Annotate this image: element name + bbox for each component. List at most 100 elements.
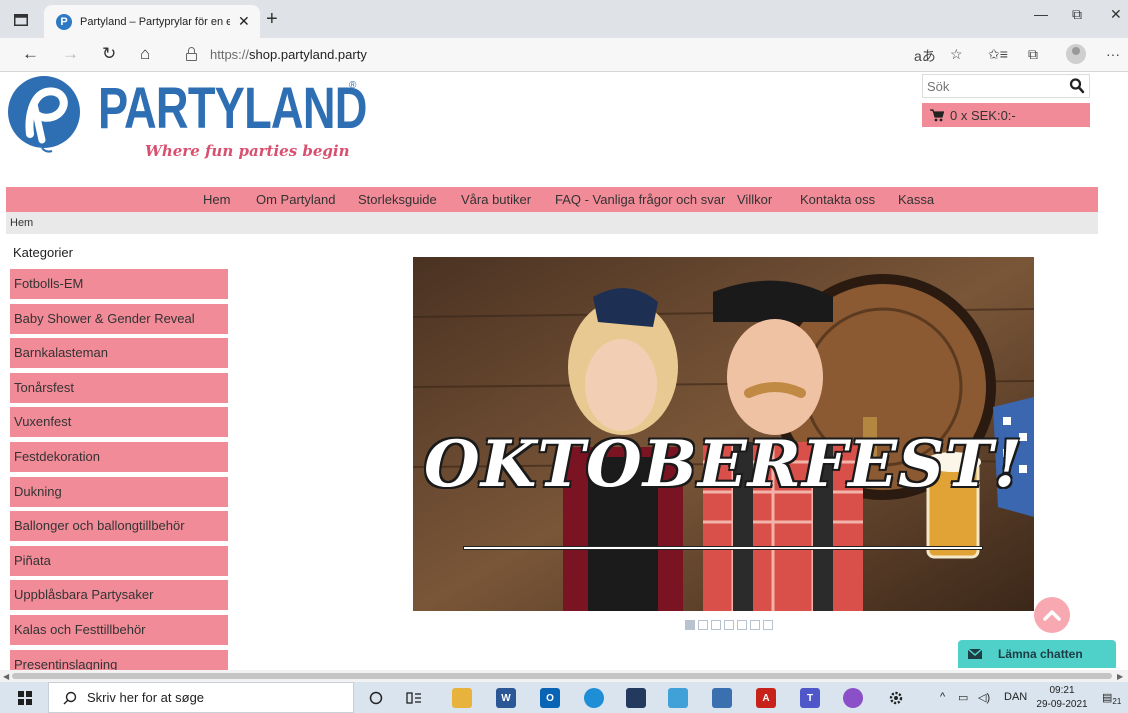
breadcrumb-home[interactable]: Hem [10, 217, 33, 229]
slider-dot-1[interactable] [685, 620, 695, 630]
category-item[interactable]: Kalas och Festtillbehör [10, 614, 228, 645]
cart-text: 0 x SEK:0:- [950, 107, 1016, 123]
nav-item-faq[interactable]: FAQ - Vanliga frågor och svar [555, 192, 725, 207]
screen: P Partyland – Partyprylar för en extr ✕ … [0, 0, 1128, 713]
main-nav: Hem Om Partyland Storleksguide Våra buti… [6, 187, 1098, 212]
volume-icon[interactable]: ◁) [978, 691, 990, 704]
search-box [922, 74, 1090, 98]
logo-registered-mark: ® [349, 80, 357, 91]
category-item[interactable]: Fotbolls-EM [10, 269, 228, 299]
nav-item-hem[interactable]: Hem [203, 192, 230, 207]
forward-button[interactable]: → [62, 44, 79, 64]
app-icon-3[interactable] [712, 688, 732, 708]
cart-summary[interactable]: 0 x SEK:0:- [922, 103, 1090, 127]
category-item[interactable]: Vuxenfest [10, 407, 228, 438]
minimize-button[interactable]: — [1034, 6, 1048, 22]
windows-start-icon[interactable] [18, 691, 32, 705]
mail-icon [968, 649, 982, 659]
nav-item-kontakta-oss[interactable]: Kontakta oss [800, 192, 875, 207]
slider-dots [685, 620, 773, 630]
category-list: Fotbolls-EM Baby Shower & Gender Reveal … [10, 269, 228, 684]
browser-titlebar: P Partyland – Partyprylar för en extr ✕ … [0, 0, 1128, 38]
scroll-to-top-button[interactable] [1034, 597, 1070, 633]
nav-item-vara-butiker[interactable]: Våra butiker [461, 192, 531, 207]
slider-dot-4[interactable] [724, 620, 734, 630]
app-icon-4[interactable] [843, 688, 863, 708]
breadcrumb: Hem [6, 212, 1098, 234]
hero-banner[interactable]: OKTOBERFEST! [413, 257, 1034, 611]
tab-title: Partyland – Partyprylar för en extr [80, 15, 230, 28]
cart-icon [930, 108, 944, 121]
close-window-button[interactable]: ✕ [1110, 6, 1122, 23]
tray-chevron-up-icon[interactable]: ^ [940, 691, 945, 703]
partyland-logo-icon[interactable] [6, 74, 86, 154]
word-icon[interactable]: W [496, 688, 516, 708]
add-favorite-icon[interactable]: ☆ [950, 46, 963, 63]
more-menu-icon[interactable]: ··· [1106, 46, 1120, 62]
nav-item-storleksguide[interactable]: Storleksguide [358, 192, 437, 207]
taskbar-search-placeholder: Skriv her for at søge [87, 690, 205, 705]
favorites-icon[interactable]: ✩≡ [988, 46, 1008, 63]
chat-widget[interactable]: Lämna chatten [958, 640, 1116, 668]
category-item[interactable]: Barnkalasteman [10, 338, 228, 369]
refresh-button[interactable]: ↻ [102, 44, 116, 64]
taskbar-search[interactable]: Skriv her for at søge [48, 682, 354, 713]
category-item[interactable]: Uppblåsbara Partysaker [10, 580, 228, 611]
scroll-left-icon[interactable]: ◀ [3, 672, 9, 681]
lock-icon[interactable] [186, 47, 197, 61]
outlook-icon[interactable]: O [540, 688, 560, 708]
tab-partyland[interactable]: P Partyland – Partyprylar för en extr ✕ [44, 5, 260, 38]
nav-item-villkor[interactable]: Villkor [737, 192, 772, 207]
language-indicator[interactable]: DAN [1004, 691, 1027, 703]
url-field[interactable]: https://shop.partyland.party [210, 47, 367, 62]
horizontal-scrollbar[interactable]: ◀ ▶ [0, 670, 1128, 682]
tab-actions-icon[interactable] [8, 9, 34, 31]
scroll-right-icon[interactable]: ▶ [1117, 672, 1123, 681]
logo-wordmark[interactable]: PARTYLAND [98, 78, 367, 140]
app-icon-2[interactable] [668, 688, 688, 708]
slider-dot-5[interactable] [737, 620, 747, 630]
notifications-icon[interactable]: ▤21 [1102, 691, 1121, 706]
search-icon [63, 691, 77, 704]
network-icon[interactable]: ▭ [958, 691, 968, 704]
taskbar-clock[interactable]: 09:21 29-09-2021 [1032, 684, 1092, 712]
search-icon[interactable] [1069, 77, 1085, 95]
settings-gear-icon[interactable] [886, 688, 906, 708]
collections-icon[interactable]: ⧉ [1028, 46, 1038, 63]
address-bar: ← → ↻ ⌂ https://shop.partyland.party aあ … [0, 38, 1128, 72]
category-item[interactable]: Baby Shower & Gender Reveal [10, 303, 228, 334]
slider-dot-6[interactable] [750, 620, 760, 630]
banner-underline [463, 546, 983, 550]
logo-tagline: Where fun parties begin [145, 142, 350, 160]
restore-button[interactable]: ⧉ [1072, 6, 1082, 23]
category-item[interactable]: Piñata [10, 545, 228, 576]
slider-dot-7[interactable] [763, 620, 773, 630]
home-button[interactable]: ⌂ [140, 44, 150, 64]
cortana-icon[interactable] [366, 688, 386, 708]
category-item[interactable]: Tonårsfest [10, 372, 228, 403]
chevron-up-icon [1043, 610, 1061, 621]
new-tab-button[interactable]: + [266, 8, 278, 31]
teams-icon[interactable]: T [800, 688, 820, 708]
nav-item-om-partyland[interactable]: Om Partyland [256, 192, 335, 207]
category-item[interactable]: Ballonger och ballongtillbehör [10, 511, 228, 542]
app-icon-1[interactable] [626, 688, 646, 708]
chat-label: Lämna chatten [998, 647, 1083, 661]
category-item[interactable]: Dukning [10, 476, 228, 507]
slider-dot-3[interactable] [711, 620, 721, 630]
partyland-favicon: P [56, 13, 72, 30]
slider-dot-2[interactable] [698, 620, 708, 630]
back-button[interactable]: ← [22, 44, 39, 64]
acrobat-icon[interactable]: A [756, 688, 776, 708]
task-view-icon[interactable] [404, 688, 424, 708]
edge-icon[interactable] [584, 688, 604, 708]
banner-title: OKTOBERFEST! [424, 427, 1023, 502]
search-input[interactable] [923, 75, 1063, 97]
category-item[interactable]: Festdekoration [10, 441, 228, 472]
scrollbar-thumb[interactable] [12, 673, 1112, 679]
read-aloud-icon[interactable]: aあ [914, 46, 936, 66]
profile-avatar[interactable] [1066, 44, 1086, 64]
tab-close-icon[interactable]: ✕ [238, 13, 250, 30]
nav-item-kassa[interactable]: Kassa [898, 192, 934, 207]
file-explorer-icon[interactable] [452, 688, 472, 708]
